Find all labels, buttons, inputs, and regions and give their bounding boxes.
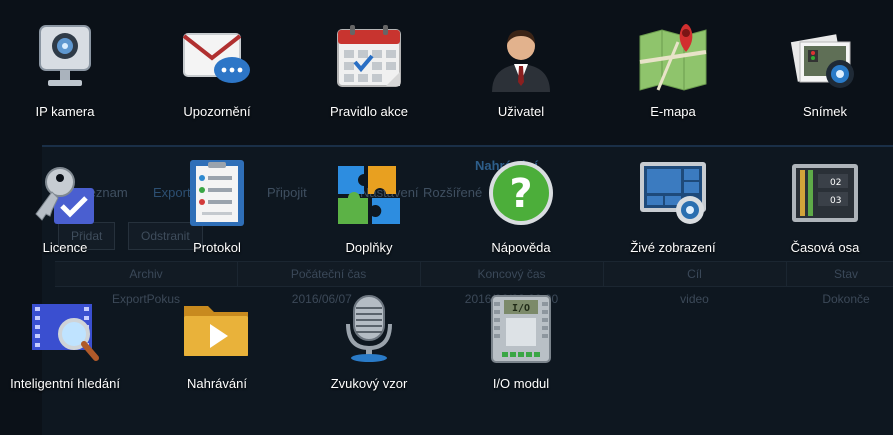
add-ons-icon bbox=[334, 158, 404, 228]
app-license[interactable]: Licence bbox=[0, 136, 140, 264]
app-add-ons[interactable]: Doplňky bbox=[294, 136, 444, 264]
action-rule-icon bbox=[334, 22, 404, 92]
app-label: E-mapa bbox=[650, 104, 696, 119]
app-label: Uživatel bbox=[497, 104, 545, 119]
app-label: Doplňky bbox=[345, 240, 393, 255]
help-icon: ? bbox=[486, 158, 556, 228]
svg-text:I/O: I/O bbox=[512, 303, 530, 314]
app-label: Snímek bbox=[802, 104, 848, 119]
app-help[interactable]: ? Nápověda bbox=[446, 136, 596, 264]
app-label: Zvukový vzor bbox=[330, 376, 408, 391]
timeline-icon: 02 03 bbox=[790, 158, 860, 228]
app-label: Časová osa bbox=[790, 240, 860, 255]
app-user[interactable]: Uživatel bbox=[446, 0, 596, 128]
user-icon bbox=[486, 22, 556, 92]
app-action-rule[interactable]: Pravidlo akce bbox=[294, 0, 444, 128]
intelligent-search-icon bbox=[30, 294, 100, 364]
snapshot-icon bbox=[790, 22, 860, 92]
app-live-view[interactable]: Živé zobrazení bbox=[598, 136, 748, 264]
app-snapshot[interactable]: Snímek bbox=[750, 0, 893, 128]
app-recording[interactable]: Nahrávání bbox=[142, 272, 292, 400]
app-io-module[interactable]: I/O I/O modul bbox=[446, 272, 596, 400]
app-label: Nahrávání bbox=[187, 376, 247, 391]
app-label: Nápověda bbox=[491, 240, 551, 255]
svg-text:03: 03 bbox=[830, 196, 841, 206]
recording-icon bbox=[182, 294, 252, 364]
app-label: Licence bbox=[42, 240, 88, 255]
app-label: Protokol bbox=[193, 240, 241, 255]
app-notification[interactable]: Upozornění bbox=[142, 0, 292, 128]
audio-pattern-icon bbox=[334, 294, 404, 364]
app-timeline[interactable]: 02 03 Časová osa bbox=[750, 136, 893, 264]
app-launcher: IP kamera Upozornění Pravidlo akce Uživa… bbox=[0, 0, 893, 435]
app-label: Upozornění bbox=[183, 104, 251, 119]
license-icon bbox=[30, 158, 100, 228]
svg-text:?: ? bbox=[509, 171, 532, 217]
app-ip-camera[interactable]: IP kamera bbox=[0, 0, 140, 128]
app-label: Živé zobrazení bbox=[630, 240, 716, 255]
io-module-icon: I/O bbox=[486, 294, 556, 364]
app-label: Pravidlo akce bbox=[329, 104, 409, 119]
app-label: IP kamera bbox=[35, 104, 95, 119]
notification-icon bbox=[182, 22, 252, 92]
app-e-map[interactable]: E-mapa bbox=[598, 0, 748, 128]
svg-text:02: 02 bbox=[830, 178, 841, 188]
app-label: I/O modul bbox=[492, 376, 550, 391]
live-view-icon bbox=[638, 158, 708, 228]
log-icon bbox=[182, 158, 252, 228]
app-audio-pattern[interactable]: Zvukový vzor bbox=[294, 272, 444, 400]
app-label: Inteligentní hledání bbox=[10, 376, 120, 391]
app-intelligent-search[interactable]: Inteligentní hledání bbox=[0, 272, 140, 400]
e-map-icon bbox=[638, 22, 708, 92]
app-log[interactable]: Protokol bbox=[142, 136, 292, 264]
ip-camera-icon bbox=[30, 22, 100, 92]
